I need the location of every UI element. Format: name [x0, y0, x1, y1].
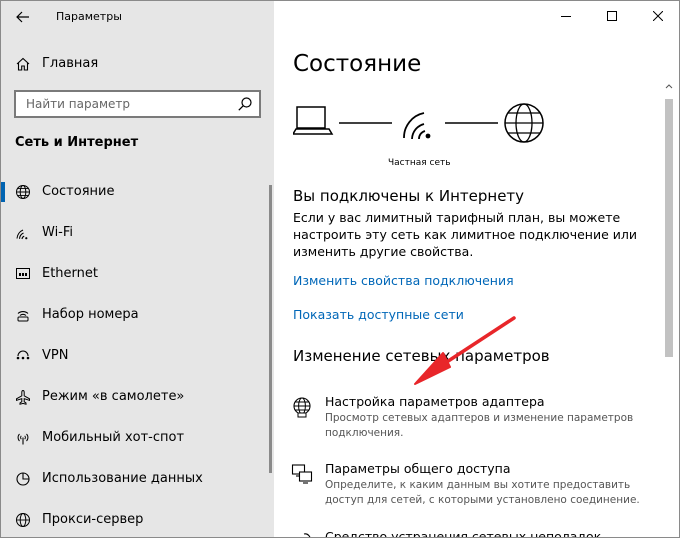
search-box[interactable] — [14, 90, 261, 118]
sidebar-scrollbar[interactable] — [269, 185, 272, 473]
window-controls — [543, 1, 679, 31]
connected-description: Если у вас лимитный тарифный план, вы мо… — [293, 210, 637, 259]
data-usage-icon — [16, 472, 30, 486]
network-type-label: Частная сеть — [388, 158, 451, 168]
sidebar-item-dialup[interactable]: Набор номера — [1, 296, 269, 334]
proxy-globe-icon — [16, 513, 30, 527]
option-description: Просмотр сетевых адаптеров и изменение п… — [325, 412, 634, 439]
airplane-icon — [16, 389, 30, 405]
sidebar-item-label: Ethernet — [42, 266, 98, 281]
sidebar-item-label: VPN — [42, 348, 69, 363]
adapter-options-item[interactable]: Настройка параметров адаптера Просмотр с… — [291, 394, 661, 444]
sidebar-item-label: Мобильный хот-спот — [42, 430, 185, 445]
adapter-globe-icon — [293, 397, 311, 418]
sidebar-item-hotspot[interactable]: Мобильный хот-спот — [1, 419, 269, 457]
app-title: Параметры — [56, 10, 122, 23]
settings-window: Параметры Главная Сеть и Интернет Состоя… — [0, 0, 680, 538]
search-input[interactable] — [16, 92, 231, 116]
main-content: Состояние Частная сеть Вы подключены к И… — [274, 1, 679, 538]
change-settings-title: Изменение сетевых параметров — [293, 347, 550, 365]
connected-title: Вы подключены к Интернету — [293, 187, 525, 205]
home-icon — [16, 57, 30, 71]
hotspot-icon — [17, 433, 29, 445]
sidebar-item-label: Wi-Fi — [42, 225, 74, 240]
close-icon — [653, 11, 663, 21]
minimize-button[interactable] — [543, 1, 589, 31]
laptop-icon — [293, 106, 334, 135]
sidebar-item-vpn[interactable]: VPN — [1, 337, 269, 375]
globe-icon — [504, 103, 544, 143]
sharing-options-item[interactable]: Параметры общего доступа Определите, к к… — [291, 461, 661, 517]
sidebar-item-label: Прокси-сервер — [42, 512, 144, 527]
sidebar: Параметры Главная Сеть и Интернет Состоя… — [1, 1, 274, 537]
home-label: Главная — [42, 56, 99, 71]
sidebar-item-label: Режим «в самолете» — [42, 389, 185, 404]
page-title: Состояние — [293, 51, 422, 77]
globe-network-icon — [16, 185, 30, 199]
title-bar-left: Параметры — [1, 1, 274, 33]
wifi-icon — [16, 229, 28, 240]
network-status-diagram — [293, 103, 544, 143]
search-icon[interactable] — [237, 96, 253, 112]
back-button[interactable] — [13, 7, 33, 27]
change-connection-properties-link[interactable]: Изменить свойства подключения — [293, 273, 514, 288]
vpn-icon — [16, 350, 30, 360]
wifi-icon — [403, 112, 431, 140]
sidebar-item-data-usage[interactable]: Использование данных — [1, 460, 269, 498]
dialup-icon — [17, 311, 29, 322]
scroll-up-icon[interactable] — [665, 81, 673, 91]
sidebar-item-label: Набор номера — [42, 307, 139, 322]
main-scrollbar-thumb[interactable] — [665, 99, 673, 357]
ethernet-icon — [16, 268, 30, 279]
troubleshoot-icon — [303, 533, 311, 537]
section-title: Сеть и Интернет — [15, 135, 139, 150]
maximize-icon — [607, 11, 617, 21]
option-title: Средство устранения сетевых неполадок — [325, 529, 602, 538]
sidebar-item-label: Использование данных — [42, 471, 203, 486]
close-button[interactable] — [635, 1, 679, 31]
option-description: Определите, к каким данным вы хотите пре… — [325, 479, 640, 506]
sidebar-item-label: Состояние — [42, 184, 115, 199]
sidebar-item-ethernet[interactable]: Ethernet — [1, 255, 269, 293]
sidebar-item-status[interactable]: Состояние — [1, 173, 269, 211]
sidebar-item-airplane[interactable]: Режим «в самолете» — [1, 378, 269, 416]
show-available-networks-link[interactable]: Показать доступные сети — [293, 307, 464, 322]
back-arrow-icon — [16, 11, 29, 23]
home-link[interactable]: Главная — [1, 51, 274, 77]
option-title: Настройка параметров адаптера — [325, 394, 545, 409]
active-indicator — [1, 182, 5, 202]
maximize-button[interactable] — [589, 1, 635, 31]
sidebar-item-wifi[interactable]: Wi-Fi — [1, 214, 269, 252]
minimize-icon — [561, 16, 571, 17]
sharing-icon — [291, 464, 313, 484]
option-title: Параметры общего доступа — [325, 461, 511, 476]
sidebar-item-proxy[interactable]: Прокси-сервер — [1, 501, 269, 537]
troubleshooter-item[interactable]: Средство устранения сетевых неполадок — [291, 529, 661, 538]
